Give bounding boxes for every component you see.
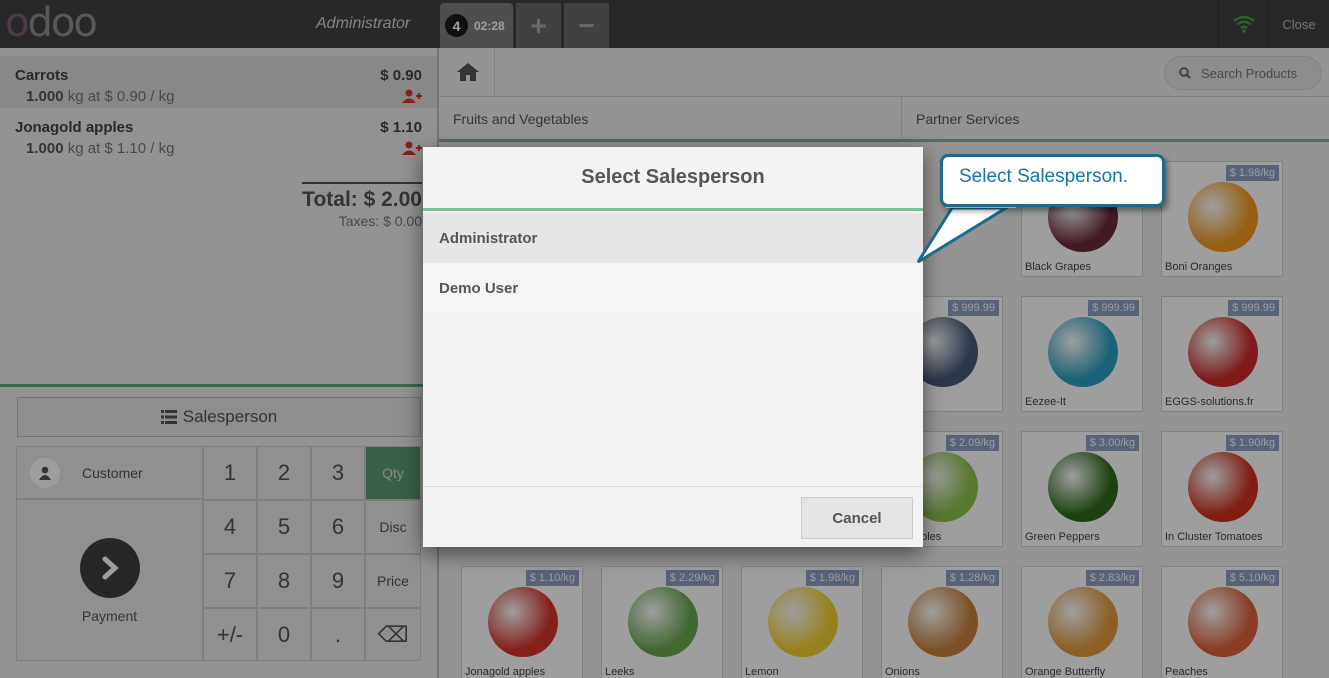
- select-salesperson-dialog: Select Salesperson Administrator Demo Us…: [423, 147, 923, 547]
- salesperson-option[interactable]: Demo User: [423, 263, 923, 313]
- salesperson-option[interactable]: Administrator: [423, 213, 923, 263]
- dialog-title: Select Salesperson: [423, 147, 923, 211]
- tutorial-callout: Select Salesperson.: [940, 154, 1165, 207]
- callout-pointer: [916, 202, 1016, 264]
- dialog-footer: Cancel: [423, 486, 923, 547]
- cancel-button[interactable]: Cancel: [801, 497, 913, 539]
